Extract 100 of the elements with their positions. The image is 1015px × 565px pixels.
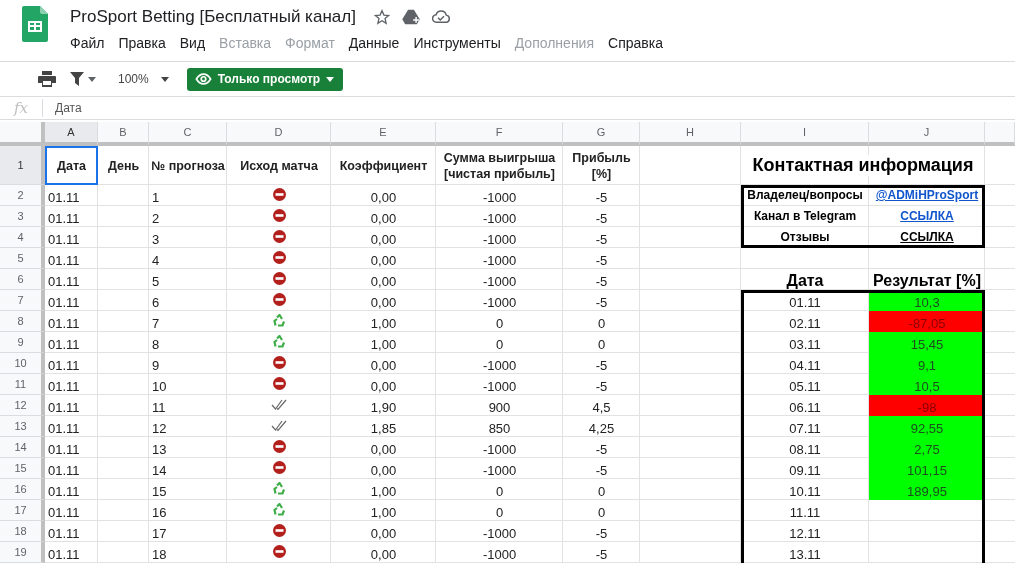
row-number[interactable]: 8 <box>0 311 45 332</box>
table-cell-text: 850 <box>487 420 512 437</box>
menu-item[interactable]: Справка <box>601 33 670 54</box>
menu-item[interactable]: Данные <box>341 33 407 54</box>
table-cell-text: 1,85 <box>369 420 398 437</box>
table-cell-text: 5 <box>151 273 161 290</box>
row-number[interactable]: 3 <box>0 206 45 227</box>
table-cell-text: 0,00 <box>369 441 398 458</box>
table-cell-text: 01.11 <box>47 357 81 374</box>
table-cell-text: 17 <box>151 525 168 542</box>
row-number[interactable]: 13 <box>0 416 45 437</box>
column-title: Коэффициент <box>338 157 429 175</box>
table-cell-text: 01.11 <box>47 336 81 353</box>
table-cell: 13.11 <box>741 542 869 563</box>
table-cell-text: 1 <box>151 189 161 206</box>
table-cell-text: 0,00 <box>369 525 398 542</box>
column-title: Прибыль [%] <box>571 149 632 183</box>
row-number[interactable]: 16 <box>0 479 45 500</box>
table-cell-text: 0 <box>494 483 505 500</box>
table-cell: 02.11 <box>741 311 869 332</box>
column-header[interactable]: J <box>869 122 985 146</box>
zoom-dropdown[interactable]: 100% <box>112 68 175 90</box>
table-cell-text: 1,00 <box>369 483 398 500</box>
drive-icon[interactable] <box>401 9 420 25</box>
row-number[interactable]: 11 <box>0 374 45 395</box>
table-cell-text: -5 <box>594 378 609 395</box>
no-entry-icon <box>272 293 286 306</box>
table-cell-text: 01.11 <box>47 420 81 437</box>
table-cell-text: -5 <box>594 525 609 542</box>
row-number[interactable]: 15 <box>0 458 45 479</box>
column-title: Сумма выигрыша [чистая прибыль] <box>442 149 557 183</box>
column-header[interactable]: F <box>436 122 563 146</box>
table-cell-text: 0,00 <box>369 462 398 479</box>
table-cell-text: -1000 <box>481 441 518 458</box>
column-header[interactable]: B <box>98 122 149 146</box>
menu-item[interactable]: Вид <box>172 33 213 54</box>
column-header[interactable]: I <box>741 122 869 146</box>
document-title[interactable]: ProSport Betting [Бесплатный канал] <box>70 7 356 27</box>
table-cell-text: 1,00 <box>369 504 398 521</box>
table-cell-text: 0 <box>596 315 607 332</box>
table-cell-text: 1,90 <box>369 399 398 416</box>
no-entry-icon <box>272 188 286 201</box>
contact-label: Отзывы <box>741 227 869 248</box>
table-cell: -98 <box>869 395 985 416</box>
table-cell-text: 10 <box>151 378 168 395</box>
menu-item[interactable]: Файл <box>63 33 112 54</box>
link[interactable]: @ADMiHProSport <box>875 188 979 202</box>
table-cell-text: 0 <box>596 504 607 521</box>
row-number[interactable]: 12 <box>0 395 45 416</box>
column-header[interactable]: H <box>640 122 741 146</box>
column-header[interactable]: G <box>563 122 640 146</box>
column-header[interactable]: C <box>149 122 227 146</box>
table-cell-text: 1,00 <box>369 336 398 353</box>
star-icon[interactable] <box>373 9 390 25</box>
menu-item[interactable]: Инструменты <box>406 33 508 54</box>
table-cell: 01.11 <box>741 290 869 311</box>
table-cell-text: 0 <box>494 315 505 332</box>
row-number[interactable]: 10 <box>0 353 45 374</box>
table-cell-text: 01.11 <box>47 462 81 479</box>
sheets-logo-icon[interactable] <box>22 6 48 42</box>
formula-field[interactable]: Дата <box>55 101 82 115</box>
table-cell-text: -5 <box>594 231 609 248</box>
table-cell-text: 15 <box>151 483 168 500</box>
row-number[interactable]: 1 <box>0 146 45 185</box>
table-cell: -87,05 <box>869 311 985 332</box>
table-cell-text: 14 <box>151 462 168 479</box>
menu-item[interactable]: Правка <box>111 33 173 54</box>
row-number[interactable]: 9 <box>0 332 45 353</box>
row-number[interactable]: 17 <box>0 500 45 521</box>
no-entry-icon <box>272 272 286 285</box>
table-cell-text: -1000 <box>481 546 518 563</box>
row-number[interactable]: 5 <box>0 248 45 269</box>
row-number[interactable]: 7 <box>0 290 45 311</box>
row-number[interactable]: 14 <box>0 437 45 458</box>
column-header[interactable]: D <box>227 122 331 146</box>
row-number[interactable]: 2 <box>0 185 45 206</box>
table-cell-text: 01.11 <box>47 231 81 248</box>
table-cell-text: 0,00 <box>369 189 398 206</box>
table-cell-text: 0,00 <box>369 273 398 290</box>
column-title: Результат [%] <box>873 272 981 290</box>
cloud-icon[interactable] <box>431 10 450 24</box>
link[interactable]: ССЫЛКА <box>900 209 954 223</box>
table-cell-text: 01.11 <box>47 525 81 542</box>
column-header[interactable]: E <box>331 122 436 146</box>
row-number[interactable]: 6 <box>0 269 45 290</box>
table-cell-text: 01.11 <box>47 483 81 500</box>
table-cell-text: 7 <box>151 315 161 332</box>
table-cell-text: 4,5 <box>591 399 612 416</box>
row-number[interactable]: 19 <box>0 542 45 563</box>
print-icon[interactable] <box>38 71 56 87</box>
table-cell-text: -5 <box>594 546 609 563</box>
row-number[interactable]: 4 <box>0 227 45 248</box>
row-number[interactable]: 18 <box>0 521 45 542</box>
table-cell-text: -1000 <box>481 357 518 374</box>
table-cell: 09.11 <box>741 458 869 479</box>
filter-icon[interactable] <box>70 72 84 86</box>
link[interactable]: ССЫЛКА <box>900 230 954 244</box>
no-entry-icon <box>272 524 286 537</box>
view-only-button[interactable]: Только просмотр <box>186 67 344 91</box>
column-header[interactable]: A <box>45 122 98 146</box>
